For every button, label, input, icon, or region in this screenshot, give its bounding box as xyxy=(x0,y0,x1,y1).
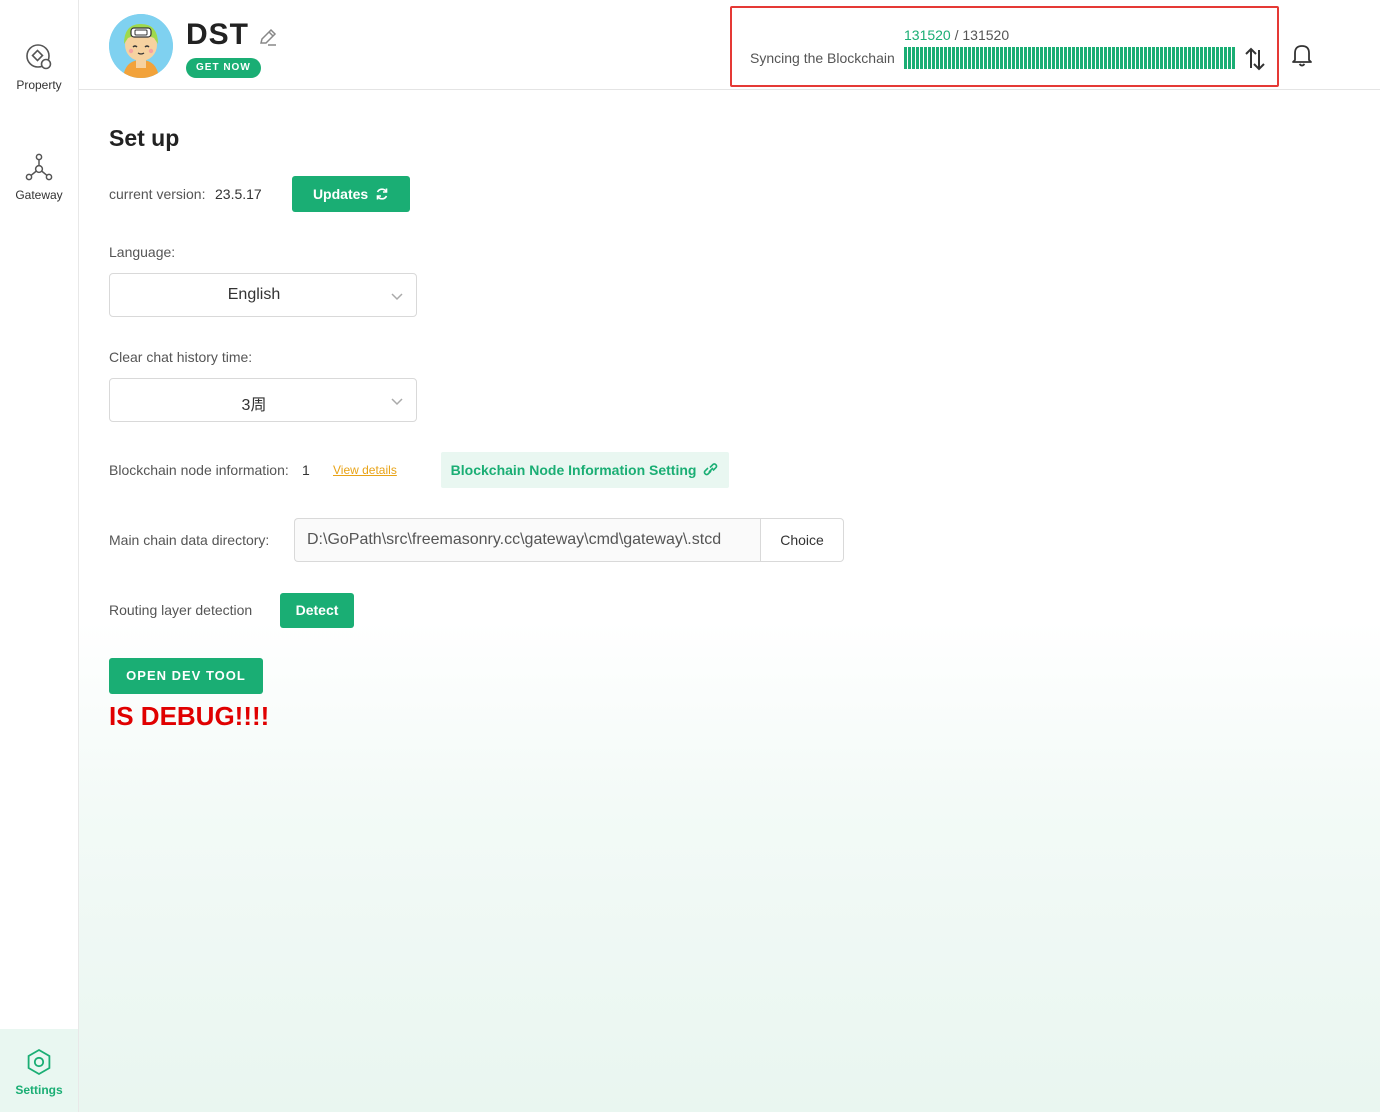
sync-block-count: 131520 / 131520 xyxy=(904,27,1009,43)
updates-button[interactable]: Updates xyxy=(292,176,410,212)
bell-icon[interactable] xyxy=(1290,42,1314,68)
sync-status-panel: 131520 / 131520 Syncing the Blockchain xyxy=(730,6,1279,87)
sync-label: Syncing the Blockchain xyxy=(750,50,895,66)
routing-label: Routing layer detection xyxy=(109,602,253,618)
sync-arrows-icon xyxy=(1245,47,1265,71)
get-now-button[interactable]: GET NOW xyxy=(186,58,261,78)
avatar[interactable] xyxy=(109,14,173,78)
gateway-icon xyxy=(25,153,53,181)
avatar-image xyxy=(109,14,173,78)
chevron-down-icon xyxy=(391,398,403,406)
node-info-value: 1 xyxy=(302,462,310,478)
sync-progress-bar xyxy=(904,47,1236,69)
language-value: English xyxy=(227,286,281,303)
header: DST GET NOW 131520 / 131520 Syncing the … xyxy=(79,0,1380,90)
sidebar-item-label: Settings xyxy=(15,1083,63,1097)
sidebar-item-label: Property xyxy=(16,78,62,92)
language-label: Language: xyxy=(109,244,176,260)
sync-total-block: 131520 xyxy=(962,27,1010,43)
sidebar-item-property[interactable]: Property xyxy=(0,42,78,92)
page-title: Set up xyxy=(109,125,180,151)
clear-history-value: 3周 xyxy=(241,397,267,414)
clear-history-label: Clear chat history time: xyxy=(109,349,253,365)
edit-icon[interactable] xyxy=(257,26,279,48)
version-label: current version: xyxy=(109,186,206,202)
sidebar-item-label: Gateway xyxy=(15,188,63,202)
updates-button-label: Updates xyxy=(312,186,369,202)
property-icon xyxy=(26,44,52,70)
node-info-label: Blockchain node information: xyxy=(109,462,289,478)
version-value: 23.5.17 xyxy=(215,186,262,202)
sync-current-block: 131520 xyxy=(904,27,951,43)
open-dev-tool-button[interactable]: OPEN DEV TOOL xyxy=(109,658,263,694)
sidebar: Property Gateway Settings xyxy=(0,0,79,1112)
view-details-link[interactable]: View details xyxy=(333,463,397,477)
sidebar-item-gateway[interactable]: Gateway xyxy=(0,152,78,202)
data-dir-field[interactable]: D:\GoPath\src\freemasonry.cc\gateway\cmd… xyxy=(294,518,761,562)
sync-progress-fill xyxy=(904,47,1236,69)
node-info-setting-button[interactable]: Blockchain Node Information Setting xyxy=(441,452,729,488)
refresh-icon xyxy=(376,188,388,200)
language-select[interactable]: English xyxy=(109,273,417,317)
settings-page: Set up current version: 23.5.17 Updates … xyxy=(79,91,1380,1112)
detect-button[interactable]: Detect xyxy=(280,593,354,628)
clear-history-select[interactable]: 3周 xyxy=(109,378,417,422)
data-dir-label: Main chain data directory: xyxy=(109,532,270,548)
link-icon xyxy=(704,463,718,476)
sync-separator: / xyxy=(954,27,959,43)
node-info-setting-label: Blockchain Node Information Setting xyxy=(450,462,697,478)
settings-icon xyxy=(27,1048,51,1076)
sidebar-item-settings[interactable]: Settings xyxy=(0,1029,78,1112)
username: DST xyxy=(186,18,249,51)
choice-button[interactable]: Choice xyxy=(760,518,844,562)
debug-warning: IS DEBUG!!!! xyxy=(109,701,270,731)
chevron-down-icon xyxy=(391,293,403,301)
